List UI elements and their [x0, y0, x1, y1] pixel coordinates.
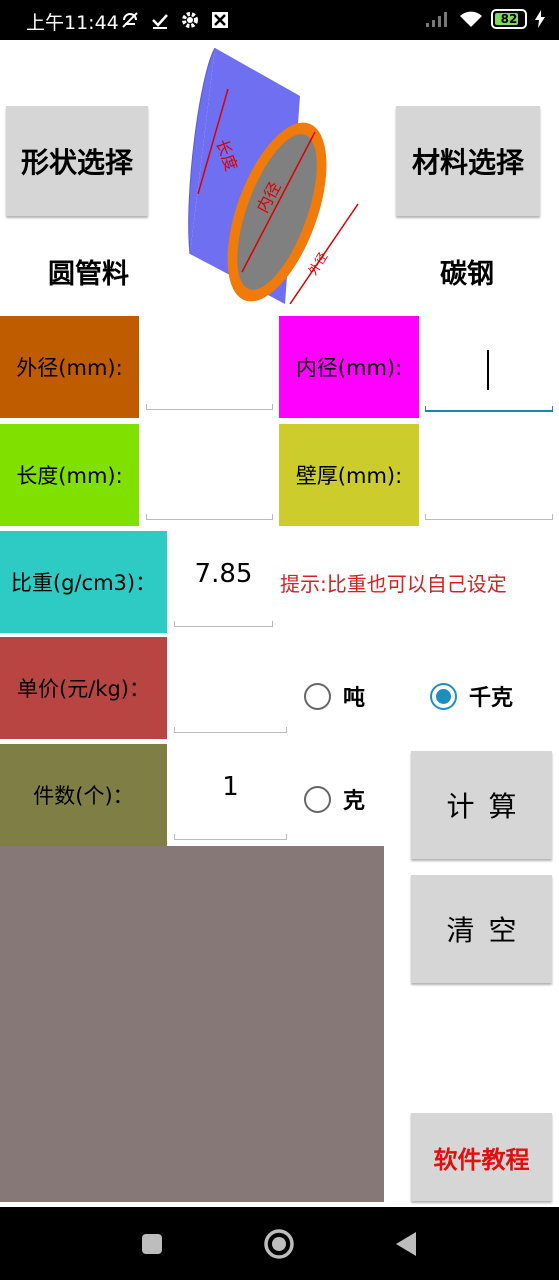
inner-diameter-input[interactable] — [425, 318, 553, 412]
wall-thickness-underline — [425, 514, 553, 520]
wall-thickness-value — [425, 426, 553, 508]
status-time: 上午11:44 — [26, 12, 119, 34]
quantity-label: 件数(个)： — [0, 744, 167, 846]
length-label: 长度(mm): — [0, 424, 139, 526]
calculate-button[interactable]: 计算 — [411, 751, 552, 859]
length-value — [146, 426, 273, 508]
unit-kilogram-label: 千克 — [469, 686, 514, 711]
quantity-value: 1 — [222, 772, 239, 802]
signal-icon — [426, 12, 447, 27]
app-icon — [212, 12, 228, 28]
status-bar: 上午11:44 82 — [0, 0, 559, 40]
density-underline — [174, 621, 273, 627]
length-input[interactable] — [146, 426, 273, 520]
outer-diameter-value — [146, 318, 273, 398]
shape-value: 圆管料 — [48, 259, 129, 290]
quantity-underline — [174, 834, 287, 840]
material-select-button[interactable]: 材料选择 — [396, 106, 540, 216]
unit-ton-label: 吨 — [343, 686, 366, 711]
density-label: 比重(g/cm3)： — [0, 531, 167, 633]
charging-icon — [535, 10, 545, 28]
diagram-outer-label: 外径 — [306, 250, 331, 278]
shape-select-button[interactable]: 形状选择 — [6, 106, 148, 216]
inner-diameter-underline — [425, 406, 553, 412]
density-value: 7.85 — [194, 559, 253, 589]
length-underline — [146, 514, 273, 520]
unit-price-underline — [174, 727, 287, 733]
wall-thickness-label: 壁厚(mm): — [279, 424, 419, 526]
battery-percent: 82 — [500, 12, 518, 26]
status-icons-left — [120, 10, 230, 30]
unit-price-input[interactable] — [174, 639, 287, 733]
navigation-bar — [0, 1207, 559, 1280]
settings-icon — [182, 12, 198, 28]
tutorial-button[interactable]: 软件教程 — [411, 1113, 552, 1201]
radio-circle-icon — [430, 682, 457, 710]
material-value: 碳钢 — [440, 259, 494, 290]
unit-gram-radio[interactable]: 克 — [304, 783, 365, 815]
mute-alarm-icon — [122, 12, 138, 28]
unit-ton-radio[interactable]: 吨 — [304, 680, 365, 712]
inner-diameter-label: 内径(mm): — [279, 316, 419, 418]
square-icon — [142, 1233, 162, 1254]
wifi-icon — [460, 11, 482, 27]
pipe-diagram: 长度 内径 外径 — [188, 47, 359, 304]
unit-price-label: 单价(元/kg)： — [0, 637, 167, 739]
outer-diameter-underline — [146, 404, 273, 410]
density-hint: 提示:比重也可以自己设定 — [280, 572, 507, 596]
battery-icon: 82 — [491, 9, 527, 29]
text-cursor — [487, 350, 489, 390]
clear-button[interactable]: 清空 — [411, 875, 552, 983]
unit-gram-label: 克 — [343, 789, 366, 814]
home-circle-icon — [264, 1228, 294, 1259]
inner-diameter-value — [425, 318, 553, 400]
back-button[interactable] — [366, 1207, 446, 1280]
unit-price-value — [174, 639, 287, 721]
wall-thickness-input[interactable] — [425, 426, 553, 520]
radio-circle-icon — [304, 785, 331, 813]
outer-diameter-label: 外径(mm): — [0, 316, 139, 418]
radio-circle-icon — [304, 682, 331, 710]
quantity-input[interactable]: 1 — [174, 746, 287, 840]
recent-apps-button[interactable] — [112, 1207, 192, 1280]
unit-kilogram-radio[interactable]: 千克 — [430, 680, 513, 712]
check-icon — [152, 14, 168, 29]
density-input[interactable]: 7.85 — [174, 533, 273, 627]
result-area — [0, 846, 384, 1202]
status-icons-right: 82 — [425, 9, 545, 29]
back-triangle-icon — [396, 1231, 416, 1256]
home-button[interactable] — [239, 1207, 319, 1280]
outer-diameter-input[interactable] — [146, 318, 273, 410]
